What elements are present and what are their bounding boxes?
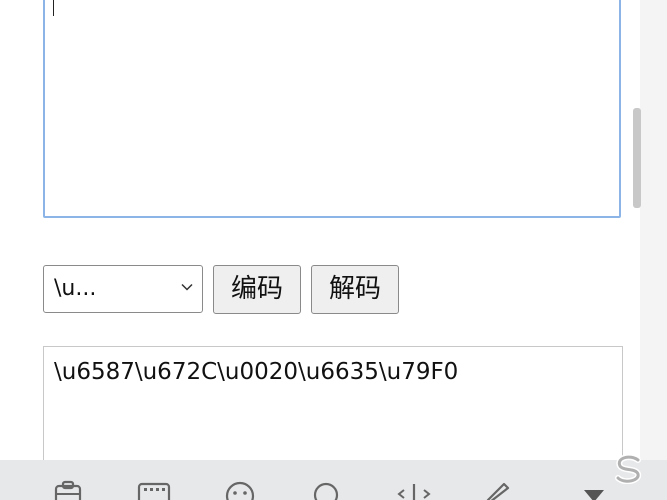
- clipboard-icon[interactable]: [50, 480, 86, 500]
- cursor-move-icon[interactable]: [396, 480, 432, 500]
- encoding-select[interactable]: \u...: [43, 265, 203, 313]
- pencil-icon[interactable]: [480, 480, 516, 500]
- keyboard-grid-icon[interactable]: [136, 480, 172, 500]
- chevron-down-icon: [181, 283, 193, 291]
- keyboard-toolbar: [0, 460, 667, 500]
- encoding-select-value: \u...: [54, 276, 97, 301]
- encode-button[interactable]: 编码: [213, 265, 301, 314]
- decode-button[interactable]: 解码: [311, 265, 399, 314]
- scrollbar-thumb[interactable]: [633, 108, 641, 208]
- emoji-icon[interactable]: [222, 480, 258, 500]
- output-text: \u6587\u672C\u0020\u6635\u79F0: [54, 359, 459, 385]
- right-gutter: [640, 0, 667, 460]
- collapse-down-icon[interactable]: [576, 480, 612, 500]
- input-textarea[interactable]: [43, 0, 621, 218]
- text-caret: [53, 0, 54, 16]
- search-icon[interactable]: [308, 480, 344, 500]
- output-textarea[interactable]: \u6587\u672C\u0020\u6635\u79F0: [43, 346, 623, 476]
- page: \u... 编码 解码 \u6587\u672C\u0020\u6635\u79…: [0, 0, 667, 500]
- sogou-logo-icon: [615, 454, 642, 484]
